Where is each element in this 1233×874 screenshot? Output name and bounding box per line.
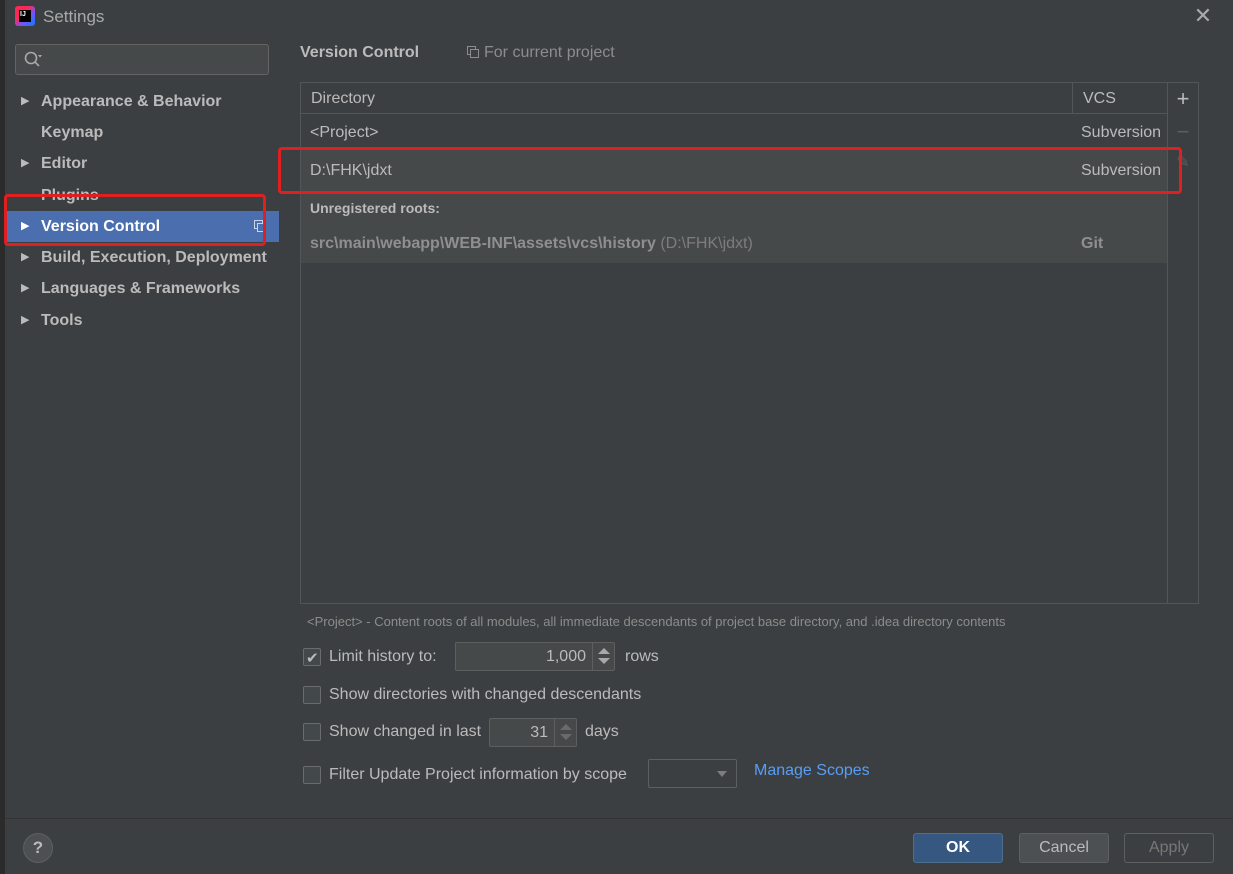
unregistered-root-row[interactable]: src\main\webapp\WEB-INF\assets\vcs\histo…: [301, 225, 1167, 263]
sidebar-item-build-execution-deployment[interactable]: ▶ Build, Execution, Deployment: [5, 242, 279, 273]
spinner-buttons[interactable]: [592, 643, 614, 670]
sidebar-item-appearance-behavior[interactable]: ▶ Appearance & Behavior: [5, 86, 279, 117]
show-changed-label: Show changed in last: [329, 723, 482, 740]
settings-content: Version Control For current project Dire…: [279, 34, 1233, 818]
show-directories-checkbox[interactable]: [303, 686, 321, 704]
expand-arrow-icon[interactable]: ▶: [21, 242, 29, 273]
show-changed-suffix: days: [585, 723, 619, 740]
vcs-cell: Subversion: [1081, 162, 1162, 179]
filter-scope-label: Filter Update Project information by sco…: [329, 766, 627, 783]
spin-down-icon[interactable]: [560, 734, 572, 740]
project-scope-icon: [467, 46, 479, 58]
show-changed-checkbox[interactable]: [303, 723, 321, 741]
sidebar-item-editor[interactable]: ▶ Editor: [5, 148, 279, 179]
manage-scopes-link[interactable]: Manage Scopes: [754, 762, 870, 780]
sidebar-item-label: Editor: [41, 155, 88, 172]
page-title: Version Control: [300, 44, 420, 61]
limit-history-input[interactable]: [456, 643, 592, 670]
sidebar-item-label: Plugins: [41, 187, 99, 204]
add-icon[interactable]: +: [1168, 83, 1198, 114]
unregistered-roots-header: Unregistered roots:: [301, 191, 1167, 225]
apply-button[interactable]: Apply: [1124, 833, 1214, 863]
directory-cell: D:\FHK\jdxt: [310, 162, 392, 179]
vcs-mappings-table: Directory VCS <Project> Subversion D:\FH…: [300, 82, 1168, 604]
project-scope-label: For current project: [484, 44, 615, 61]
cancel-button[interactable]: Cancel: [1019, 833, 1109, 863]
expand-arrow-icon[interactable]: ▶: [21, 211, 29, 242]
spin-up-icon[interactable]: [560, 724, 572, 730]
intellij-app-icon: IJ: [15, 6, 35, 26]
help-button[interactable]: ?: [23, 833, 53, 863]
vcs-cell: Subversion: [1081, 124, 1162, 141]
search-icon: [24, 51, 42, 67]
chevron-down-icon: [717, 771, 727, 777]
remove-icon[interactable]: −: [1168, 116, 1198, 147]
filter-scope-checkbox[interactable]: [303, 766, 321, 784]
sidebar-item-label: Appearance & Behavior: [41, 93, 222, 110]
show-changed-spinner[interactable]: [489, 718, 577, 747]
spin-up-icon[interactable]: [598, 648, 610, 654]
limit-history-checkbox[interactable]: ✔: [303, 648, 321, 667]
column-header-vcs[interactable]: VCS: [1073, 83, 1167, 114]
expand-arrow-icon[interactable]: ▶: [21, 86, 29, 117]
sidebar-item-version-control[interactable]: ▶ Version Control: [5, 211, 279, 242]
sidebar-item-languages-frameworks[interactable]: ▶ Languages & Frameworks: [5, 273, 279, 304]
divider: [5, 818, 1233, 819]
sidebar-item-label: Build, Execution, Deployment: [41, 249, 267, 266]
sidebar-item-label: Languages & Frameworks: [41, 280, 241, 297]
spinner-buttons[interactable]: [554, 719, 576, 746]
unregistered-roots-label: Unregistered roots:: [310, 200, 440, 216]
directory-cell: <Project>: [310, 124, 379, 141]
unregistered-path: src\main\webapp\WEB-INF\assets\vcs\histo…: [310, 235, 656, 252]
expand-arrow-icon[interactable]: ▶: [21, 273, 29, 304]
show-directories-label: Show directories with changed descendant…: [329, 686, 642, 703]
limit-history-suffix: rows: [625, 648, 659, 665]
column-header-directory[interactable]: Directory: [301, 83, 1073, 114]
sidebar-item-label: Keymap: [41, 124, 104, 141]
settings-sidebar: ▶ Appearance & Behavior Keymap ▶ Editor …: [5, 34, 279, 818]
unregistered-path-note: (D:\FHK\jdxt): [660, 235, 753, 252]
spin-down-icon[interactable]: [598, 658, 610, 664]
settings-dialog: IJ Settings ✕ ▶ Appearance & Behavior Ke…: [4, 0, 1233, 874]
sidebar-item-tools[interactable]: ▶ Tools: [5, 305, 279, 336]
search-box[interactable]: [15, 44, 269, 75]
sidebar-item-plugins[interactable]: Plugins: [5, 180, 279, 211]
edit-icon[interactable]: ✎: [1168, 147, 1198, 178]
vcs-cell: Git: [1081, 235, 1104, 252]
sidebar-item-label: Tools: [41, 312, 83, 329]
show-changed-input[interactable]: [490, 719, 554, 746]
scope-dropdown[interactable]: [648, 759, 737, 788]
title-bar: IJ Settings ✕: [5, 0, 1233, 34]
project-scope-icon: [254, 220, 266, 232]
close-icon[interactable]: ✕: [1191, 4, 1215, 28]
expand-arrow-icon[interactable]: ▶: [21, 148, 29, 179]
ok-button[interactable]: OK: [913, 833, 1003, 863]
directory-cell: src\main\webapp\WEB-INF\assets\vcs\histo…: [310, 225, 753, 263]
sidebar-item-label: Version Control: [41, 218, 161, 235]
table-toolbar: + − ✎: [1168, 82, 1199, 604]
table-row[interactable]: <Project> Subversion: [301, 115, 1167, 150]
limit-history-label: Limit history to:: [329, 648, 437, 665]
window-title: Settings: [43, 7, 105, 26]
checkmark-icon: ✔: [306, 650, 319, 667]
project-scope-note: For current project: [467, 44, 615, 62]
table-row[interactable]: D:\FHK\jdxt Subversion: [301, 150, 1167, 191]
sidebar-item-keymap[interactable]: Keymap: [5, 117, 279, 148]
limit-history-spinner[interactable]: [455, 642, 615, 671]
project-hint-text: <Project> - Content roots of all modules…: [307, 614, 1006, 629]
expand-arrow-icon[interactable]: ▶: [21, 305, 29, 336]
search-input[interactable]: [46, 48, 261, 71]
